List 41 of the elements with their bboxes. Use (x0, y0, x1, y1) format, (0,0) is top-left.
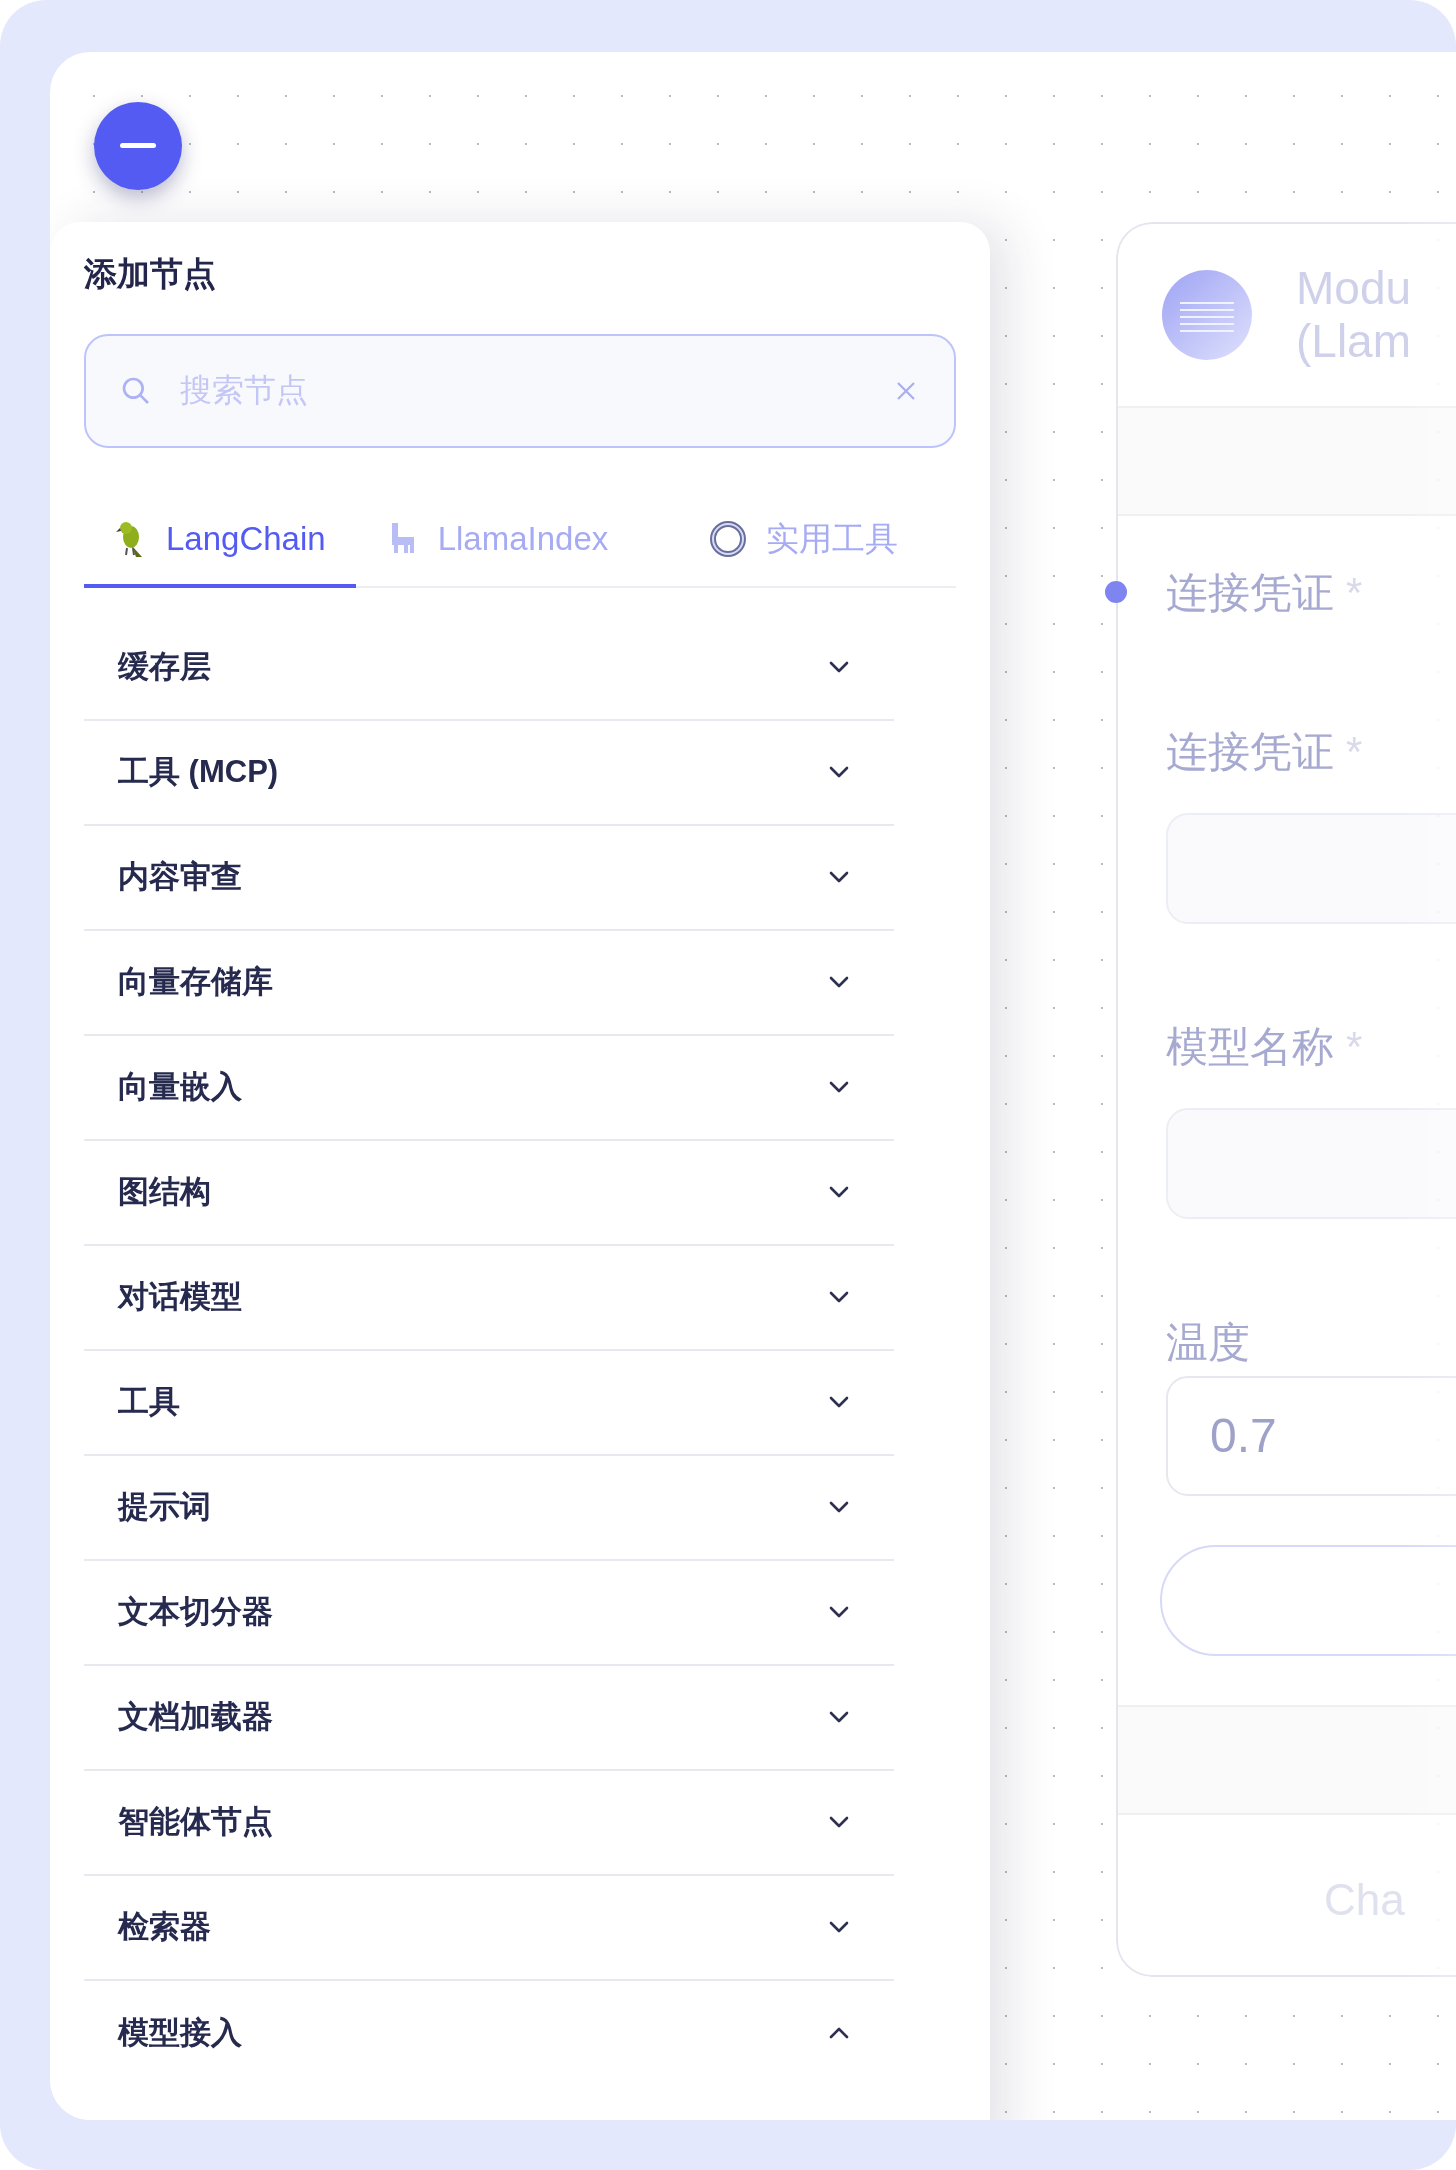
category-item[interactable]: 文本切分器 (84, 1560, 894, 1666)
chevron-down-icon (828, 1185, 850, 1200)
chevron-down-icon (828, 1500, 850, 1515)
chevron-down-icon (828, 1080, 850, 1095)
chevron-down-icon (828, 1710, 850, 1725)
category-item[interactable]: 文档加载器 (84, 1665, 894, 1771)
chevron-down-icon (828, 1605, 850, 1620)
field-label: 连接凭证 (1166, 731, 1334, 773)
chevron-down-icon (828, 975, 850, 990)
tab[interactable]: LangChain (84, 493, 356, 588)
chevron-down-icon (828, 1290, 850, 1305)
chevron-down-icon (828, 870, 850, 885)
ring-icon (708, 518, 749, 559)
striped-sphere-icon (1162, 270, 1252, 360)
chevron-down-icon (828, 1815, 850, 1830)
category-item[interactable]: 缓存层 (84, 615, 894, 721)
required-mark: * (1346, 731, 1363, 773)
category-item[interactable]: 智能体节点 (84, 1770, 894, 1876)
chevron-down-icon (828, 660, 850, 675)
category-item[interactable]: 内容审查 (84, 825, 894, 931)
category-item[interactable]: 向量存储库 (84, 930, 894, 1036)
chevron-up-icon (828, 2026, 850, 2041)
chevron-down-icon (828, 1395, 850, 1410)
chevron-down-icon (828, 765, 850, 780)
category-item[interactable]: 工具 (MCP) (84, 720, 894, 826)
category-item[interactable]: 模型接入 (84, 1980, 894, 2086)
category-item[interactable]: 向量嵌入 (84, 1035, 894, 1141)
category-item[interactable]: 检索器 (84, 1875, 894, 1981)
required-mark: * (1346, 572, 1363, 614)
minus-icon (120, 143, 156, 149)
category-item[interactable]: 图结构 (84, 1140, 894, 1246)
field-label: 连接凭证 (1166, 572, 1334, 614)
category-item[interactable]: 工具 (84, 1350, 894, 1456)
collapse-button[interactable] (94, 102, 182, 190)
category-item[interactable]: 提示词 (84, 1455, 894, 1561)
category-item[interactable]: 对话模型 (84, 1245, 894, 1351)
panel-title: 添加节点 (84, 254, 217, 294)
chevron-down-icon (828, 1920, 850, 1935)
field-label: 温度 (1166, 1322, 1250, 1364)
required-mark: * (1346, 1026, 1363, 1068)
field-label: 模型名称 (1166, 1026, 1334, 1068)
